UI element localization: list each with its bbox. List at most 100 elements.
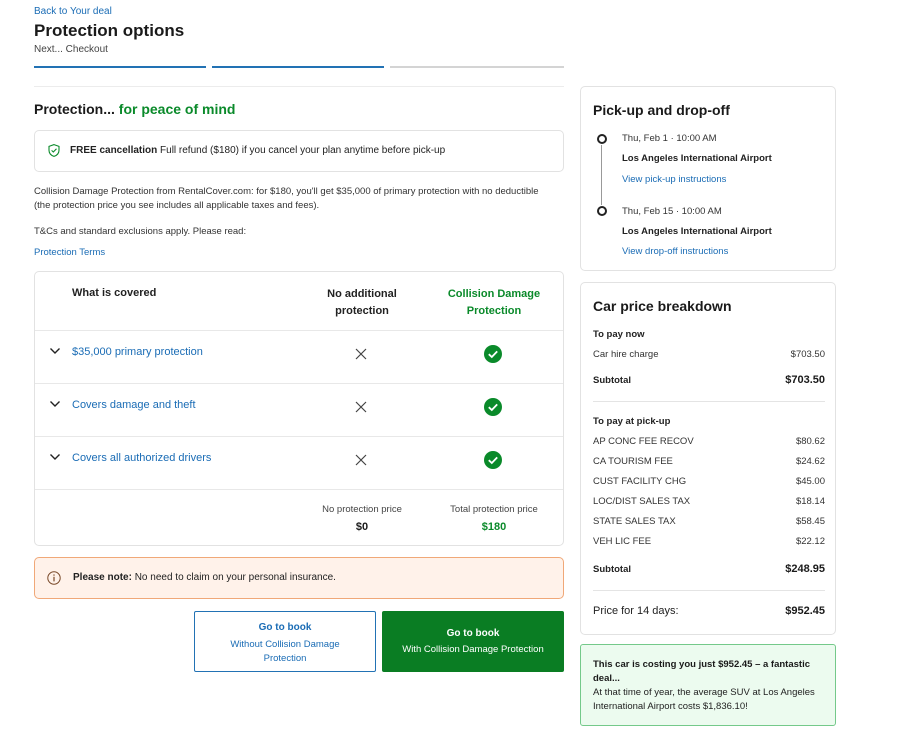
price-line-value: $703.50 <box>790 349 825 360</box>
col-header-what-covered: What is covered <box>72 287 157 299</box>
deal-highlight-box: This car is costing you just $952.45 – a… <box>580 644 836 726</box>
protection-title-accent: for peace of mind <box>114 101 236 117</box>
col-header-no-protection: No additional protection <box>327 288 397 317</box>
progress-step-1 <box>34 66 206 68</box>
please-note-text: Please note: No need to claim on your pe… <box>73 572 336 583</box>
total-protection-price-label: Total protection price <box>450 504 538 515</box>
price-line-label: LOC/DIST SALES TAX <box>593 496 691 507</box>
pickup-dropoff-title: Pick-up and drop-off <box>593 102 730 118</box>
protection-title-main: Protection... <box>34 101 115 117</box>
deal-headline: This car is costing you just $952.45 – a… <box>593 659 811 684</box>
protection-terms-link[interactable]: Protection Terms <box>34 247 105 258</box>
coverage-row[interactable]: Covers all authorized drivers <box>35 436 563 489</box>
dropoff-instructions-link[interactable]: View drop-off instructions <box>622 246 728 257</box>
subtotal-pickup-label: Subtotal <box>593 564 631 575</box>
coverage-row-label[interactable]: $35,000 primary protection <box>72 346 203 358</box>
price-line-label: CUST FACILITY CHG <box>593 476 687 487</box>
x-mark-icon <box>355 348 367 360</box>
price-line-value: $18.14 <box>795 496 825 507</box>
no-protection-price-value: $0 <box>355 521 369 533</box>
price-line: AP CONC FEE RECOV $80.62 <box>593 436 825 447</box>
please-note-box: Please note: No need to claim on your pe… <box>34 557 564 599</box>
tcs-text: T&Cs and standard exclusions apply. Plea… <box>34 226 247 237</box>
free-cancellation-bold: FREE cancellation <box>70 145 158 156</box>
book-with-title[interactable]: Go to book <box>382 628 564 639</box>
protection-title: Protection... for peace of mind <box>34 101 235 117</box>
total-protection-price-value: $180 <box>481 521 507 533</box>
book-with-protection-button[interactable]: Go to book With Collision Damage Protect… <box>382 611 564 672</box>
coverage-table: What is covered No additional protection… <box>34 271 564 546</box>
price-line: LOC/DIST SALES TAX $18.14 <box>593 496 825 507</box>
deal-body: At that time of year, the average SUV at… <box>593 687 815 712</box>
total-price: Price for 14 days: $952.45 <box>593 605 825 617</box>
dropoff-location: Los Angeles International Airport <box>622 226 772 237</box>
book-without-protection-button[interactable]: Go to book Without Collision Damage Prot… <box>194 611 376 672</box>
free-cancellation-detail: Full refund ($180) if you cancel your pl… <box>157 145 446 156</box>
subtotal-now-label: Subtotal <box>593 375 631 386</box>
price-line: STATE SALES TAX $58.45 <box>593 516 825 527</box>
price-line: VEH LIC FEE $22.12 <box>593 536 825 547</box>
progress-steps <box>34 66 564 69</box>
check-circle-icon <box>484 451 502 469</box>
protection-description: Collision Damage Protection from RentalC… <box>34 186 539 211</box>
shield-check-icon <box>48 144 60 157</box>
to-pay-now-heading: To pay now <box>593 329 645 340</box>
car-price-breakdown-card: Car price breakdown To pay now Car hire … <box>580 282 836 635</box>
col-header-cdp: Collision Damage Protection <box>447 288 541 317</box>
to-pay-at-pickup-heading: To pay at pick-up <box>593 416 671 427</box>
book-without-sub[interactable]: Without Collision Damage Protection <box>215 638 355 666</box>
divider <box>34 86 564 87</box>
price-line-label: VEH LIC FEE <box>593 536 652 547</box>
progress-step-3 <box>390 66 564 68</box>
divider <box>593 401 825 402</box>
timeline-line <box>601 145 602 205</box>
pickup-instructions-link[interactable]: View pick-up instructions <box>622 174 726 185</box>
timeline-dot-dropoff <box>597 206 607 216</box>
price-breakdown-title: Car price breakdown <box>593 298 732 314</box>
price-line: Car hire charge $703.50 <box>593 349 825 360</box>
chevron-down-icon[interactable] <box>49 453 61 461</box>
no-protection-price-label: No protection price <box>322 504 402 515</box>
chevron-down-icon[interactable] <box>49 347 61 355</box>
price-line-label: AP CONC FEE RECOV <box>593 436 694 447</box>
back-to-deal-link[interactable]: Back to Your deal <box>34 6 112 17</box>
price-line-value: $58.45 <box>795 516 825 527</box>
price-line-label: STATE SALES TAX <box>593 516 676 527</box>
price-line-value: $80.62 <box>795 436 825 447</box>
total-price-label: Price for 14 days: <box>593 605 679 617</box>
subtotal-pickup-value: $248.95 <box>785 563 825 575</box>
protection-price-row: No protection price $0 Total protection … <box>35 489 563 545</box>
progress-step-2 <box>212 66 384 68</box>
price-line-label: CA TOURISM FEE <box>593 456 673 467</box>
coverage-row[interactable]: Covers damage and theft <box>35 383 563 436</box>
subtotal-pickup: Subtotal $248.95 <box>593 563 825 575</box>
price-line: CUST FACILITY CHG $45.00 <box>593 476 825 487</box>
timeline-dot-pickup <box>597 134 607 144</box>
price-line-label: Car hire charge <box>593 349 659 360</box>
coverage-row[interactable]: $35,000 primary protection <box>35 330 563 383</box>
total-price-value: $952.45 <box>785 605 825 617</box>
book-without-title[interactable]: Go to book <box>195 622 375 633</box>
divider <box>593 590 825 591</box>
check-circle-icon <box>484 345 502 363</box>
free-cancellation-text: FREE cancellation Full refund ($180) if … <box>70 145 445 156</box>
chevron-down-icon[interactable] <box>49 400 61 408</box>
page-title: Protection options <box>34 21 185 40</box>
pickup-dropoff-card: Pick-up and drop-off Thu, Feb 1 · 10:00 … <box>580 86 836 271</box>
x-mark-icon <box>355 401 367 413</box>
book-with-sub[interactable]: With Collision Damage Protection <box>382 644 564 655</box>
page-subtitle: Next... Checkout <box>34 44 108 55</box>
price-line-value: $24.62 <box>795 456 825 467</box>
pickup-date: Thu, Feb 1 · 10:00 AM <box>622 133 717 144</box>
pickup-location: Los Angeles International Airport <box>622 153 772 164</box>
price-line: CA TOURISM FEE $24.62 <box>593 456 825 467</box>
coverage-row-label[interactable]: Covers all authorized drivers <box>72 452 211 464</box>
dropoff-date: Thu, Feb 15 · 10:00 AM <box>622 206 722 217</box>
please-note-bold: Please note: <box>73 572 132 583</box>
free-cancellation-box: FREE cancellation Full refund ($180) if … <box>34 130 564 172</box>
check-circle-icon <box>484 398 502 416</box>
coverage-row-label[interactable]: Covers damage and theft <box>72 399 196 411</box>
subtotal-now-value: $703.50 <box>785 374 825 386</box>
info-icon <box>47 571 61 585</box>
x-mark-icon <box>355 454 367 466</box>
